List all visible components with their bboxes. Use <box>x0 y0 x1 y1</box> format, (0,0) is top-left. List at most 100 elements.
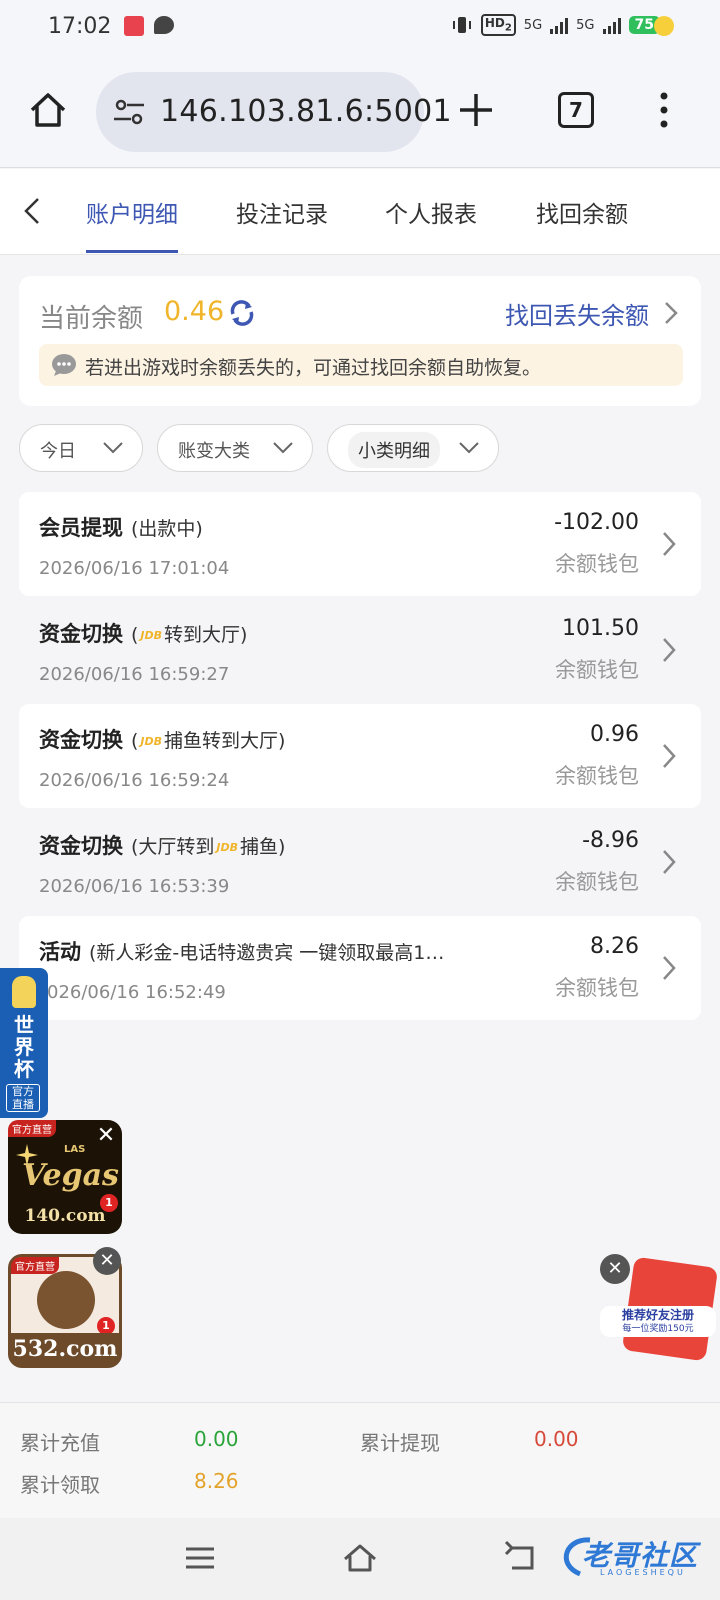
url-text: 146.103.81.6:5001 <box>160 94 452 129</box>
home-icon[interactable] <box>28 90 68 130</box>
filter-date-label: 今日 <box>40 441 76 462</box>
record-amount: 101.50 <box>562 616 639 641</box>
tab-account-details[interactable]: 账户明细 <box>86 195 178 229</box>
record-row[interactable]: 会员提现 (出款中) 2026/06/16 17:01:04 -102.00 余… <box>19 492 701 596</box>
charging-icon <box>654 16 674 36</box>
browser-toolbar: 146.103.81.6:5001 7 <box>0 56 720 168</box>
record-row[interactable]: 资金切换 (大厅转到 JDB 捕鱼) 2026/06/16 16:53:39 -8.… <box>19 810 701 914</box>
site532-ad-tile[interactable]: 官方直营 ✕ 1 532.com <box>8 1247 122 1368</box>
referral-banner: 推荐好友注册 每一位奖励150元 <box>600 1306 716 1337</box>
record-detail: (JDB 转到大厅) <box>131 624 248 646</box>
status-time: 17:02 <box>48 14 112 39</box>
back-nav-icon[interactable] <box>502 1540 538 1576</box>
notice-text: 若进出游戏时余额丢失的，可通过找回余额自助恢复。 <box>85 357 542 379</box>
worldcup-live-label: 官方直播 <box>6 1084 40 1112</box>
worldcup-title: 世界杯 <box>14 1013 34 1081</box>
tab-recover-balance[interactable]: 找回余额 <box>536 195 628 229</box>
message-bubble-icon <box>52 354 76 376</box>
jdb-logo-icon: JDB <box>216 841 239 854</box>
watermark-logo: 老哥社区 LAOGESHEQU <box>556 1532 706 1582</box>
tab-personal-report[interactable]: 个人报表 <box>385 195 477 229</box>
balance-card: 当前余额 0.46 找回丢失余额 若进出游戏时余额丢失的，可通过找回余额自助恢复… <box>19 276 701 406</box>
home-nav-icon[interactable] <box>342 1540 378 1576</box>
balance-notice: 若进出游戏时余额丢失的，可通过找回余额自助恢复。 <box>39 344 683 386</box>
signal-bars-icon <box>550 16 569 34</box>
filter-date-dropdown[interactable]: 今日 <box>19 424 143 472</box>
vegas-brand: Vegas <box>22 1158 119 1193</box>
chevron-right-icon <box>663 532 676 556</box>
record-time: 2026/06/16 16:59:24 <box>39 770 230 791</box>
withdraw-total-value: 0.00 <box>534 1427 579 1451</box>
record-detail: (大厅转到 JDB 捕鱼) <box>131 836 286 858</box>
filter-subcategory-dropdown[interactable]: 小类明细 <box>327 424 499 472</box>
jdb-logo-icon: JDB <box>140 735 163 748</box>
withdraw-total-label: 累计提现 <box>360 1431 440 1455</box>
chevron-right-icon <box>663 956 676 980</box>
hd-badge: HD2 <box>480 14 516 36</box>
record-time: 2026/06/16 16:59:27 <box>39 664 230 685</box>
record-title: 活动 <box>39 940 81 964</box>
record-detail: (出款中) <box>131 518 203 540</box>
active-tab-indicator <box>86 250 178 253</box>
chevron-down-icon <box>103 442 123 454</box>
record-amount: 0.96 <box>590 722 639 747</box>
more-menu-icon[interactable] <box>656 90 672 130</box>
claim-total-label: 累计领取 <box>20 1473 100 1497</box>
refresh-icon[interactable] <box>227 298 257 328</box>
summary-footer: 累计充值 0.00 累计提现 0.00 累计领取 8.26 <box>0 1402 720 1518</box>
record-row[interactable]: 资金切换 (JDB 转到大厅) 2026/06/16 16:59:27 101.5… <box>19 598 701 702</box>
record-wallet: 余额钱包 <box>555 764 639 788</box>
tab-count-button[interactable]: 7 <box>558 92 594 128</box>
vegas-ad-tile[interactable]: 官方直营 ✕ LAS Vegas 1 140.com <box>8 1120 122 1234</box>
filter-category-label: 账变大类 <box>178 441 250 462</box>
jdb-logo-icon: JDB <box>140 629 163 642</box>
new-tab-icon[interactable] <box>456 90 496 130</box>
site-settings-icon[interactable] <box>112 96 146 128</box>
record-row[interactable]: 资金切换 (JDB 捕鱼转到大厅) 2026/06/16 16:59:24 0.9… <box>19 704 701 808</box>
chevron-right-icon <box>663 638 676 662</box>
close-icon[interactable]: ✕ <box>92 1122 120 1150</box>
record-wallet: 余额钱包 <box>555 552 639 576</box>
status-bar: 17:02 HD2 5G 5G 75 <box>0 0 720 56</box>
account-tabs: 账户明细 投注记录 个人报表 找回余额 <box>0 169 720 255</box>
back-arrow-icon[interactable] <box>18 193 48 229</box>
record-time: 2026/06/16 16:53:39 <box>39 876 230 897</box>
filter-category-dropdown[interactable]: 账变大类 <box>157 424 313 472</box>
record-row[interactable]: 活动 (新人彩金-电话特邀贵宾 一键领取最高1… 026/06/16 16:52… <box>19 916 701 1020</box>
record-wallet: 余额钱包 <box>555 976 639 1000</box>
chevron-right-icon[interactable] <box>663 300 679 326</box>
balance-value: 0.46 <box>164 296 225 327</box>
chat-bubble-icon <box>154 16 174 34</box>
signal-5g-label-2: 5G <box>576 17 595 33</box>
record-detail: (JDB 捕鱼转到大厅) <box>131 730 286 752</box>
brand-emblem-icon <box>37 1271 95 1329</box>
recent-apps-icon[interactable] <box>182 1540 218 1576</box>
record-title: 资金切换 <box>39 622 123 646</box>
recharge-total-value: 0.00 <box>194 1427 239 1451</box>
chevron-right-icon <box>663 850 676 874</box>
official-tag: 官方直营 <box>11 1257 59 1274</box>
trophy-icon <box>12 976 36 1008</box>
record-amount: 8.26 <box>590 934 639 959</box>
record-title: 会员提现 <box>39 516 123 540</box>
record-time: 026/06/16 16:52:49 <box>47 982 226 1003</box>
record-amount: -8.96 <box>582 828 639 853</box>
balance-label: 当前余额 <box>39 304 144 334</box>
record-amount: -102.00 <box>554 510 639 535</box>
url-bar[interactable]: 146.103.81.6:5001 <box>96 72 452 152</box>
close-icon[interactable]: ✕ <box>93 1247 121 1275</box>
chevron-down-icon <box>273 442 293 454</box>
worldcup-live-float[interactable]: 世界杯 官方直播 <box>0 968 48 1118</box>
recover-lost-balance-link[interactable]: 找回丢失余额 <box>505 296 649 331</box>
close-icon[interactable]: ✕ <box>600 1254 630 1284</box>
ad-domain: 140.com <box>24 1206 106 1226</box>
chevron-down-icon <box>459 442 479 454</box>
ad-domain: 532.com <box>11 1333 119 1365</box>
recharge-total-label: 累计充值 <box>20 1431 100 1455</box>
record-title: 资金切换 <box>39 834 123 858</box>
referral-float[interactable]: 推荐好友注册 每一位奖励150元 ✕ <box>600 1254 719 1362</box>
referral-subtitle: 每一位奖励150元 <box>622 1324 694 1334</box>
app-notification-icon <box>124 16 144 36</box>
official-tag: 官方直营 <box>8 1120 56 1137</box>
tab-bet-records[interactable]: 投注记录 <box>236 195 328 229</box>
